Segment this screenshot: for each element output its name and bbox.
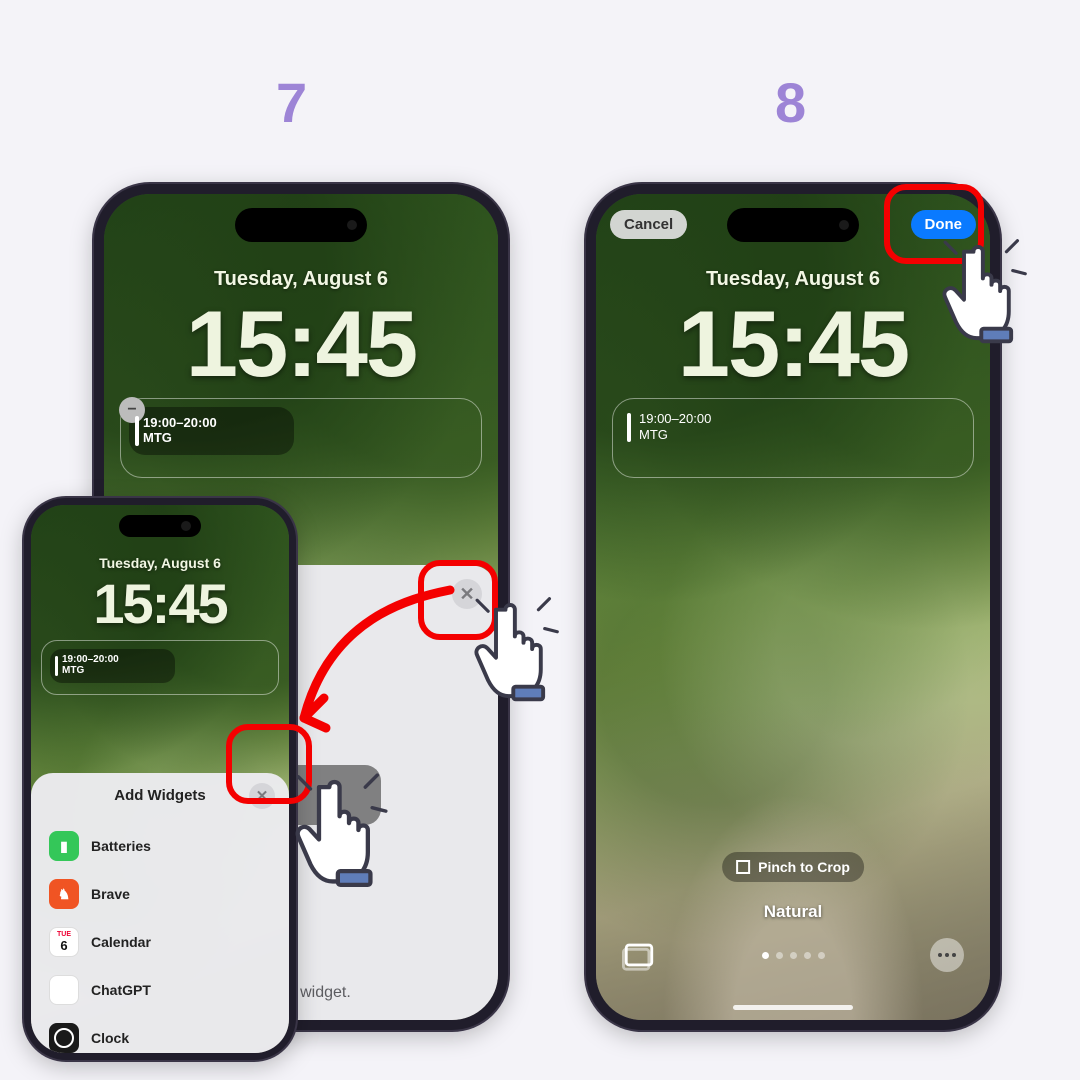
lockscreen-time[interactable]: 15:45 (104, 290, 498, 398)
batteries-icon: ▮ (49, 831, 79, 861)
lockscreen-time-small: 15:45 (31, 571, 289, 636)
widget-source-list[interactable]: ▮ Batteries ♞ Brave TUE 6 Calendar ✦ Cha (31, 822, 289, 1053)
step-number-7: 7 (276, 70, 307, 135)
style-pager-dots[interactable] (762, 952, 825, 959)
widget-event-time: 19:00–20:00 (143, 415, 284, 430)
widget-slot-right[interactable]: 19:00–20:00 MTG (612, 398, 974, 478)
widget-slot-frame[interactable]: − 19:00–20:00 MTG (120, 398, 482, 478)
add-widgets-close-button[interactable]: ✕ (249, 783, 275, 809)
style-name-label: Natural (596, 902, 990, 922)
widget-source-batteries[interactable]: ▮ Batteries (31, 822, 289, 870)
lockscreen-time-right[interactable]: 15:45 (596, 290, 990, 398)
step-number-8: 8 (775, 70, 806, 135)
lockscreen-date[interactable]: Tuesday, August 6 (104, 268, 498, 291)
pinch-to-crop-pill[interactable]: Pinch to Crop (722, 852, 864, 882)
calendar-widget-small: 19:00–20:00 MTG (50, 649, 175, 683)
more-options-button[interactable] (930, 938, 964, 972)
clock-icon (49, 1023, 79, 1053)
photos-picker-button[interactable] (622, 938, 656, 972)
done-button[interactable]: Done (911, 210, 977, 239)
add-widgets-sheet: Add Widgets ✕ ▮ Batteries ♞ Brave TUE 6 … (31, 773, 289, 1053)
dynamic-island (235, 208, 367, 242)
widget-source-calendar[interactable]: TUE 6 Calendar (31, 918, 289, 966)
home-indicator (733, 1005, 853, 1010)
crop-icon (736, 860, 750, 874)
phone-step8: Cancel Done Tuesday, August 6 15:45 19:0… (586, 184, 1000, 1030)
calendar-icon: TUE 6 (49, 927, 79, 957)
widget-source-clock[interactable]: Clock (31, 1014, 289, 1053)
lockscreen-date-small: Tuesday, August 6 (31, 555, 289, 571)
lockscreen-date-right[interactable]: Tuesday, August 6 (596, 268, 990, 291)
dynamic-island-small (119, 515, 201, 537)
widget-source-chatgpt[interactable]: ✦ ChatGPT (31, 966, 289, 1014)
chatgpt-icon: ✦ (49, 975, 79, 1005)
calendar-widget[interactable]: − 19:00–20:00 MTG (129, 407, 294, 455)
phone-widget-picker: Tuesday, August 6 15:45 19:00–20:00 MTG … (24, 498, 296, 1060)
cancel-button[interactable]: Cancel (610, 210, 687, 239)
brave-icon: ♞ (49, 879, 79, 909)
editor-bottom-bar (596, 938, 990, 972)
widget-slot-frame-small: 19:00–20:00 MTG (41, 640, 279, 695)
calendar-widget-right[interactable]: 19:00–20:00 MTG (627, 411, 711, 444)
dynamic-island-right (727, 208, 859, 242)
remove-widget-button[interactable]: − (119, 397, 145, 423)
sheet-close-button[interactable]: ✕ (452, 579, 482, 609)
widget-source-brave[interactable]: ♞ Brave (31, 870, 289, 918)
widget-event-title: MTG (143, 430, 284, 445)
